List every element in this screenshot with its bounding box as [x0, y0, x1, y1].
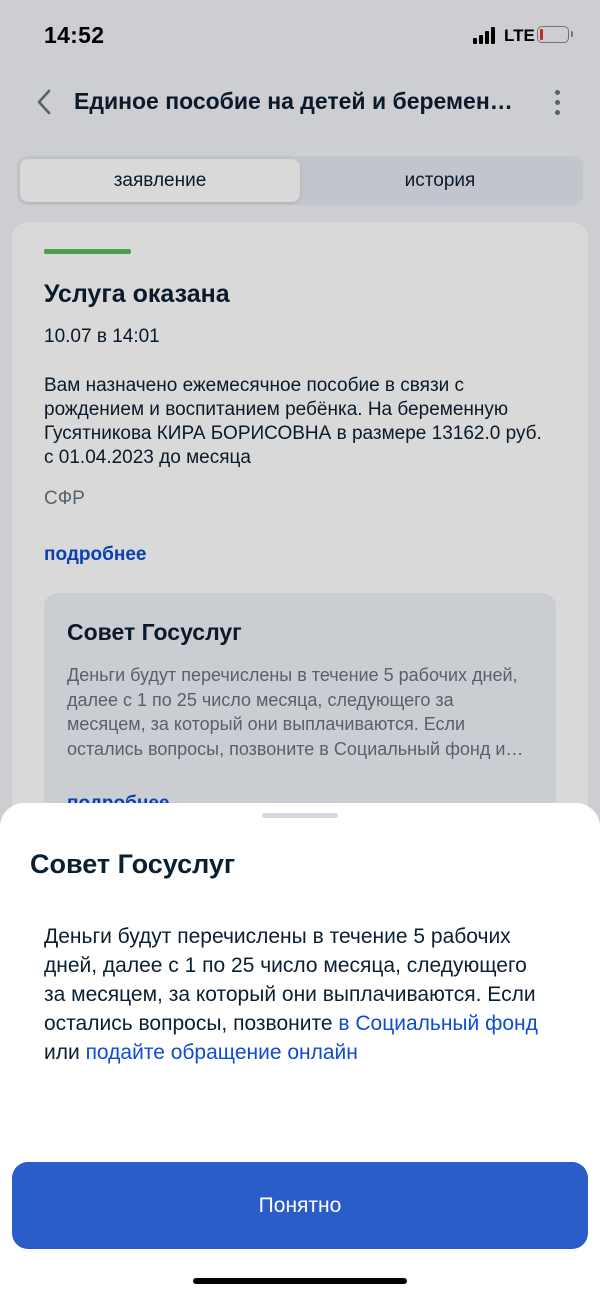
sheet-title: Совет Госуслуг: [30, 849, 236, 879]
social-fund-link[interactable]: в Социальный фонд: [338, 1012, 538, 1035]
bottom-sheet: Совет Госуслуг Деньги будут перечислены …: [0, 803, 600, 1297]
online-appeal-link[interactable]: подайте обращение онлайн: [86, 1041, 358, 1064]
sheet-drag-handle[interactable]: [262, 813, 338, 818]
screen: 14:52 LTE Единое пособие на детей и бере…: [0, 0, 600, 1297]
sheet-text: Деньги будут перечислены в течение 5 раб…: [44, 922, 544, 1067]
home-indicator: [193, 1278, 407, 1284]
ok-button[interactable]: Понятно: [12, 1162, 588, 1249]
sheet-text-part2: или: [44, 1041, 86, 1064]
